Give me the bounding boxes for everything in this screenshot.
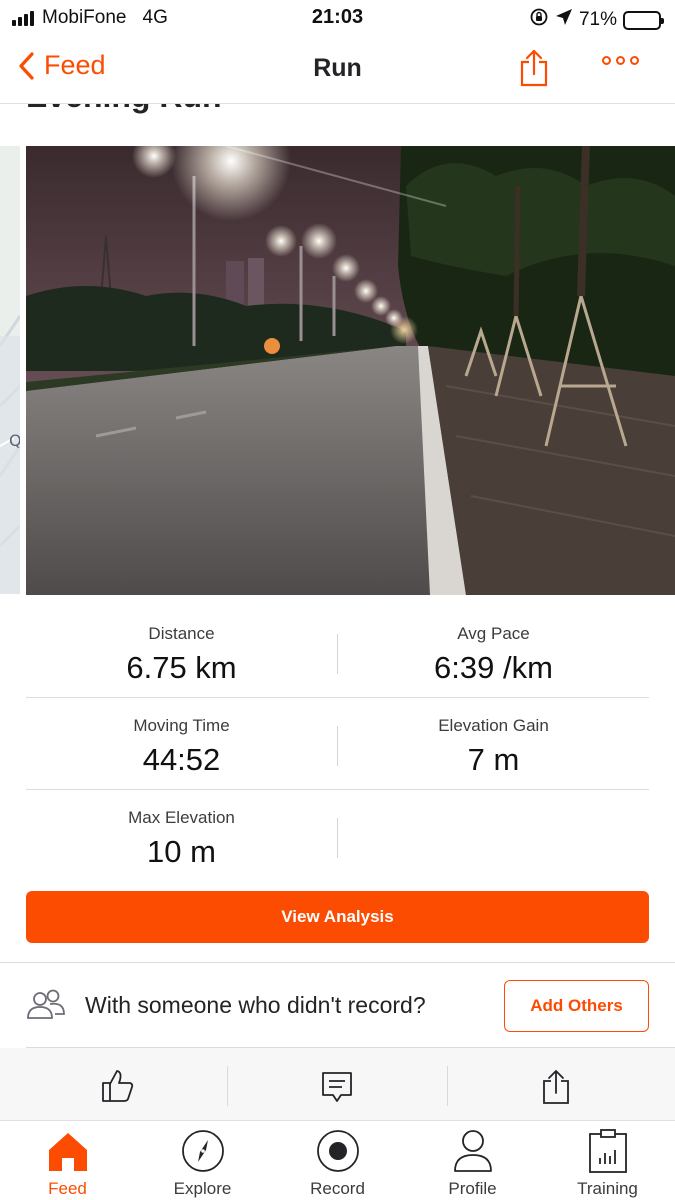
stat-value: 10 m <box>147 834 216 869</box>
back-label: Feed <box>44 50 106 80</box>
stat-label: Max Elevation <box>128 808 235 827</box>
share-activity-button[interactable] <box>540 1068 572 1111</box>
share-icon <box>520 49 548 87</box>
back-button[interactable]: Feed <box>18 50 106 81</box>
svg-text:Q: Q <box>9 431 20 450</box>
tab-label: Record <box>310 1179 365 1198</box>
activity-photo[interactable] <box>26 146 675 595</box>
thumbs-up-icon <box>102 1070 134 1102</box>
tab-bar: Feed Explore Record Profile Training <box>0 1120 675 1200</box>
comment-button[interactable] <box>320 1068 354 1109</box>
more-dot-icon <box>602 56 611 65</box>
stat-divider <box>337 818 338 858</box>
orientation-lock-icon <box>529 7 549 33</box>
more-dot-icon <box>616 56 625 65</box>
tab-label: Feed <box>48 1179 87 1198</box>
stats-row: Distance 6.75 km Avg Pace 6:39 /km <box>26 606 649 698</box>
nav-bar: Feed Run <box>0 36 675 104</box>
kudos-button[interactable] <box>100 1068 136 1109</box>
tab-label: Profile <box>448 1179 497 1198</box>
training-icon <box>540 1128 675 1174</box>
tab-explore[interactable]: Explore <box>135 1121 270 1200</box>
stat-max-elevation: Max Elevation 10 m <box>26 808 337 870</box>
status-right: 71% <box>529 7 664 33</box>
stat-label: Elevation Gain <box>438 716 549 735</box>
status-bar: MobiFone 4G 21:03 71% <box>0 0 675 36</box>
battery-icon <box>623 10 664 30</box>
tab-training[interactable]: Training <box>540 1121 675 1200</box>
profile-icon <box>405 1128 540 1174</box>
stats-row: Max Elevation 10 m <box>26 790 649 882</box>
stat-value: 6.75 km <box>126 650 237 685</box>
stats-row: Moving Time 44:52 Elevation Gain 7 m <box>26 698 649 790</box>
add-others-button[interactable]: Add Others <box>504 980 649 1032</box>
stat-value: 6:39 /km <box>434 650 553 685</box>
tab-feed[interactable]: Feed <box>0 1121 135 1200</box>
share-icon <box>543 1070 569 1104</box>
stat-value: 44:52 <box>142 742 221 777</box>
with-others-row: With someone who didn't record? Add Othe… <box>0 963 675 1047</box>
more-options-button[interactable] <box>602 56 639 65</box>
activity-stats: Distance 6.75 km Avg Pace 6:39 /km Movin… <box>26 606 649 882</box>
compass-icon <box>135 1128 270 1174</box>
tab-profile[interactable]: Profile <box>405 1121 540 1200</box>
battery-percent: 71% <box>578 9 617 30</box>
stat-label: Avg Pace <box>457 624 530 643</box>
with-others-prompt: With someone who didn't record? <box>85 992 426 1018</box>
more-dot-icon <box>630 56 639 65</box>
stat-avg-pace: Avg Pace 6:39 /km <box>338 624 649 686</box>
home-icon <box>0 1128 135 1174</box>
action-divider <box>447 1066 448 1106</box>
tab-label: Explore <box>173 1179 232 1198</box>
action-divider <box>227 1066 228 1106</box>
record-icon <box>270 1128 405 1174</box>
location-arrow-icon <box>555 8 573 32</box>
comment-icon <box>322 1072 352 1102</box>
stat-label: Moving Time <box>133 716 230 735</box>
tab-record[interactable]: Record <box>270 1121 405 1200</box>
stat-distance: Distance 6.75 km <box>26 624 337 686</box>
chevron-left-icon <box>19 51 34 80</box>
tab-label: Training <box>577 1179 638 1198</box>
activity-actions <box>0 1048 675 1120</box>
stat-elevation-gain: Elevation Gain 7 m <box>338 716 649 778</box>
stat-moving-time: Moving Time 44:52 <box>26 716 337 778</box>
stat-value: 7 m <box>467 742 520 777</box>
view-analysis-button[interactable]: View Analysis <box>26 891 649 943</box>
stat-label: Distance <box>148 624 215 643</box>
share-button[interactable] <box>518 48 550 93</box>
people-icon <box>26 989 66 1026</box>
route-map-peek[interactable]: Q <box>0 146 20 594</box>
